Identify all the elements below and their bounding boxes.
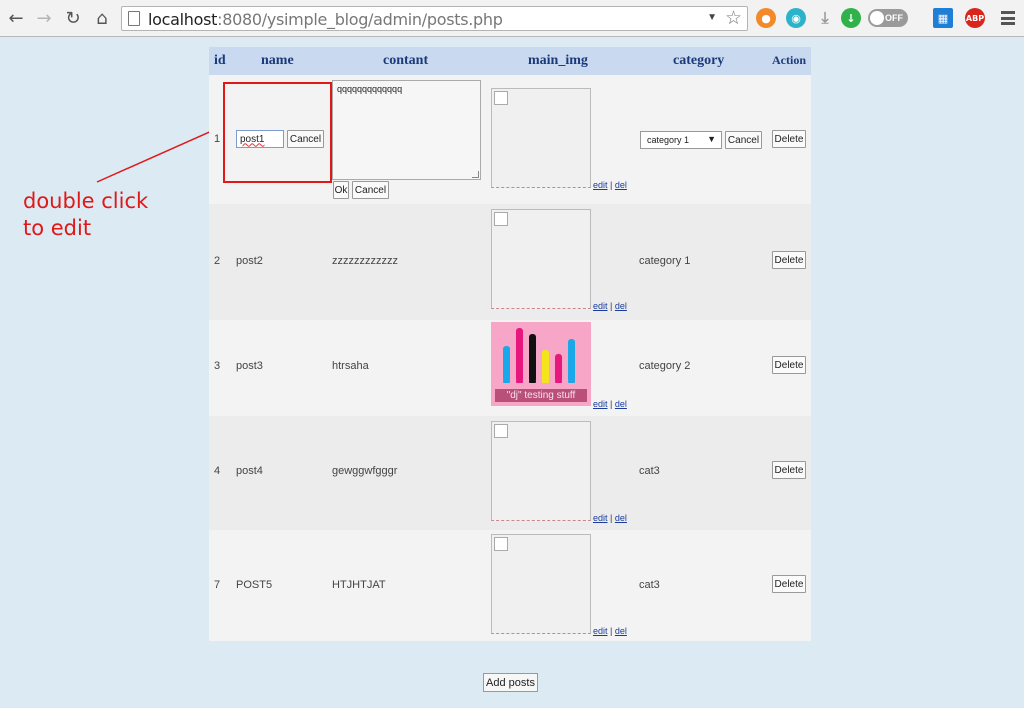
header-main-img: main_img (528, 53, 588, 68)
dropdown-icon[interactable]: ▼ (707, 12, 717, 23)
bookmark-star-icon[interactable]: ☆ (725, 7, 742, 29)
page-icon (128, 11, 140, 26)
row-name: post3 (236, 360, 263, 372)
content-ok-button[interactable]: Ok (333, 181, 349, 199)
image-del-link[interactable]: del (615, 180, 627, 190)
row-id: 1 (214, 133, 221, 145)
delete-button[interactable]: Delete (772, 251, 806, 269)
toggle-off-switch[interactable]: OFF (868, 9, 908, 27)
main-image-broken (491, 534, 591, 634)
header-contant: contant (383, 53, 429, 68)
row-category: cat3 (639, 579, 660, 591)
delete-button[interactable]: Delete (772, 356, 806, 374)
table-row: 3 post3 htrsaha "dj" testing stuff edit … (209, 320, 811, 416)
menu-icon[interactable] (1001, 11, 1015, 25)
delete-button[interactable]: Delete (772, 575, 806, 593)
broken-image-icon (494, 91, 508, 105)
category-cancel-button[interactable]: Cancel (725, 131, 762, 149)
image-del-link[interactable]: del (615, 626, 627, 636)
delete-button[interactable]: Delete (772, 461, 806, 479)
row-name: POST5 (236, 579, 273, 591)
row-category: category 1 (639, 255, 691, 267)
row-id: 2 (214, 255, 221, 267)
broken-image-icon (494, 537, 508, 551)
browser-toolbar: ← → ↻ ⌂ localhost:8080/ysimple_blog/admi… (0, 0, 1024, 37)
url-path: :8080/ysimple_blog/admin/posts.php (217, 10, 503, 29)
image-links: edit | del (593, 513, 627, 523)
image-edit-link[interactable]: edit (593, 513, 608, 523)
image-links: edit | del (593, 399, 627, 409)
image-edit-link[interactable]: edit (593, 301, 608, 311)
main-image-thumbnail: "dj" testing stuff (491, 322, 591, 406)
annotation-line-2: to edit (23, 216, 92, 240)
row-id: 4 (214, 465, 221, 477)
image-edit-link[interactable]: edit (593, 399, 608, 409)
main-image-broken (491, 209, 591, 309)
row-content: gewggwfgggr (332, 465, 398, 477)
back-arrow-icon[interactable]: ← (4, 6, 28, 30)
main-image-broken (491, 421, 591, 521)
row-category: category 2 (639, 360, 691, 372)
content-edit-textarea[interactable]: qqqqqqqqqqqqq (332, 80, 481, 180)
resize-grip-icon[interactable] (472, 171, 479, 178)
header-category: category (673, 53, 725, 68)
row-id: 3 (214, 360, 221, 372)
broken-image-icon (494, 212, 508, 226)
image-del-link[interactable]: del (615, 399, 627, 409)
row-name: post4 (236, 465, 263, 477)
window-extension-icon[interactable]: ▦ (933, 8, 953, 28)
header-name: name (261, 53, 294, 68)
address-bar[interactable]: localhost:8080/ysimple_blog/admin/posts.… (121, 6, 748, 31)
headphones-extension-icon[interactable]: ◉ (786, 8, 806, 28)
select-arrow-icon: ▼ (707, 134, 716, 144)
header-id: id (214, 53, 226, 68)
image-edit-link[interactable]: edit (593, 626, 608, 636)
annotation-text: double click to edit (23, 188, 148, 242)
toggle-label: OFF (885, 13, 903, 23)
add-posts-button[interactable]: Add posts (483, 673, 538, 692)
url-text[interactable]: localhost:8080/ysimple_blog/admin/posts.… (148, 10, 503, 29)
home-icon[interactable]: ⌂ (90, 6, 114, 30)
row-content: htrsaha (332, 360, 369, 372)
delete-button[interactable]: Delete (772, 130, 806, 148)
image-links: edit | del (593, 301, 627, 311)
row-content: HTJHTJAT (332, 579, 386, 591)
adblock-label: ABP (965, 13, 985, 23)
image-links: edit | del (593, 626, 627, 636)
url-host: localhost (148, 10, 218, 29)
annotation-line-1: double click (23, 189, 149, 213)
thumbnail-caption: "dj" testing stuff (495, 389, 587, 402)
content-edit-value: qqqqqqqqqqqqq (337, 84, 403, 94)
content-cancel-button[interactable]: Cancel (352, 181, 389, 199)
reload-icon[interactable]: ↻ (61, 6, 85, 30)
table-row: 2 post2 zzzzzzzzzzzz edit | del category… (209, 204, 811, 320)
broken-image-icon (494, 424, 508, 438)
category-selected-value: category 1 (647, 135, 690, 145)
row-name: post2 (236, 255, 263, 267)
download-icon[interactable]: ⤓ (815, 8, 835, 28)
row-content: zzzzzzzzzzzz (332, 255, 398, 267)
highlight-frame (223, 82, 332, 183)
pacman-extension-icon[interactable]: ● (756, 8, 776, 28)
forward-arrow-icon[interactable]: → (32, 6, 56, 30)
row-id: 7 (214, 579, 221, 591)
table-row: 4 post4 gewggwfgggr edit | del cat3 Dele… (209, 416, 811, 530)
image-del-link[interactable]: del (615, 513, 627, 523)
green-download-icon[interactable]: ↓ (841, 8, 861, 28)
image-del-link[interactable]: del (615, 301, 627, 311)
row-category: cat3 (639, 465, 660, 477)
main-image-broken (491, 88, 591, 188)
category-select[interactable]: category 1 ▼ (640, 131, 722, 149)
header-action: Action (772, 53, 806, 67)
image-edit-link[interactable]: edit (593, 180, 608, 190)
table-row: 7 POST5 HTJHTJAT edit | del cat3 Delete (209, 530, 811, 641)
table-header: id name contant main_img category Action (209, 47, 811, 75)
image-links: edit | del (593, 180, 627, 190)
adblock-icon[interactable]: ABP (965, 8, 985, 28)
